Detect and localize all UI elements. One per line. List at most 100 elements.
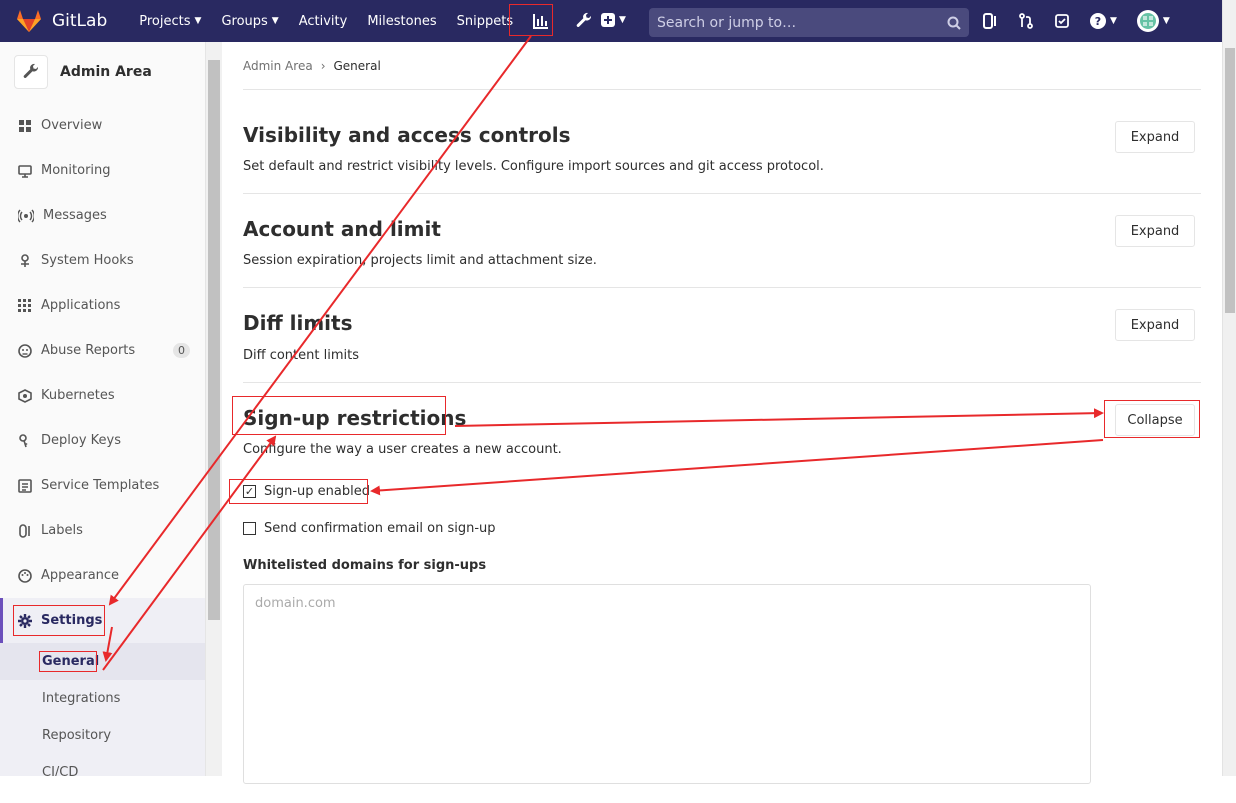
wrench-icon (23, 63, 39, 78)
nav-projects[interactable]: Projects ▼ (139, 14, 201, 29)
breadcrumb: Admin Area › General (243, 42, 1201, 90)
signup-enabled-label: Sign-up enabled (264, 484, 370, 499)
collapse-button[interactable]: Collapse (1115, 404, 1195, 436)
signup-enabled-checkbox[interactable]: ✓ (243, 485, 256, 498)
expand-button[interactable]: Expand (1115, 309, 1195, 341)
sidebar-subitem-integrations[interactable]: Integrations (0, 680, 205, 717)
active-indicator (0, 598, 3, 643)
subitem-label: Repository (42, 728, 112, 743)
kubernetes-icon (18, 388, 32, 403)
send-confirmation-checkbox[interactable] (243, 522, 256, 535)
sidebar-item-label: Abuse Reports (41, 343, 136, 358)
page-scrollbar-thumb[interactable] (1225, 48, 1235, 313)
sidebar-header[interactable]: Admin Area (0, 42, 205, 102)
brand-name: GitLab (52, 11, 108, 31)
sidebar-item-applications[interactable]: Applications (0, 283, 205, 328)
section-signup-restrictions: Sign-up restrictions Configure the way a… (243, 383, 1201, 803)
admin-wrench-icon[interactable] (575, 12, 593, 30)
expand-button[interactable]: Expand (1115, 121, 1195, 153)
section-description: Set default and restrict visibility leve… (243, 159, 824, 174)
section-title: Account and limit (243, 217, 441, 241)
overview-icon (19, 119, 31, 132)
sidebar-item-overview[interactable]: Overview (0, 103, 205, 148)
sidebar-subitem-cicd[interactable]: CI/CD (0, 754, 205, 776)
sidebar-subitem-general[interactable]: General (0, 643, 205, 680)
search-icon (947, 16, 961, 30)
merge-request-icon[interactable] (1018, 13, 1034, 29)
sidebar-item-appearance[interactable]: Appearance (0, 553, 205, 598)
nav-snippets[interactable]: Snippets (457, 14, 513, 29)
hook-icon (21, 253, 29, 267)
search-box[interactable] (649, 8, 969, 37)
section-title: Sign-up restrictions (243, 406, 467, 430)
gitlab-logo-icon (17, 10, 41, 32)
user-nav-icons: ? ▼ ▼ (982, 0, 1170, 42)
gitlab-home-link[interactable]: GitLab (16, 9, 107, 33)
new-item-plus-icon[interactable]: ▼ (601, 13, 626, 27)
chevron-down-icon: ▼ (619, 15, 626, 25)
breadcrumb-parent[interactable]: Admin Area (243, 59, 313, 73)
subitem-label: General (42, 654, 100, 669)
issues-icon[interactable] (982, 13, 998, 29)
monitor-icon (18, 164, 32, 178)
admin-sidebar: Admin Area Overview Monitoring Messages … (0, 42, 206, 776)
nav-milestones[interactable]: Milestones (367, 14, 436, 29)
sidebar-item-label: Deploy Keys (41, 433, 121, 448)
subitem-label: Integrations (42, 691, 121, 706)
sidebar-item-label: Messages (43, 208, 107, 223)
sidebar-item-service-templates[interactable]: Service Templates (0, 463, 205, 508)
top-navbar: GitLab Projects ▼ Groups ▼ Activity Milest… (0, 0, 1222, 42)
sidebar-scrollbar[interactable] (206, 42, 222, 776)
todo-check-icon[interactable] (1054, 13, 1070, 29)
admin-area-avatar (14, 55, 48, 89)
sidebar-item-label: Settings (41, 613, 103, 628)
sidebar-item-label: Applications (41, 298, 121, 313)
section-title: Visibility and access controls (243, 123, 571, 147)
sidebar-item-monitoring[interactable]: Monitoring (0, 148, 205, 193)
nav-activity[interactable]: Activity (299, 14, 348, 29)
sidebar-item-label: Service Templates (41, 478, 160, 493)
sidebar-item-label: Overview (41, 118, 103, 133)
sidebar-item-label: Appearance (41, 568, 120, 583)
sidebar-scrollbar-thumb[interactable] (208, 60, 220, 620)
send-confirmation-row[interactable]: Send confirmation email on sign-up (243, 521, 496, 536)
sidebar-item-messages[interactable]: Messages (0, 193, 205, 238)
sidebar-item-system-hooks[interactable]: System Hooks (0, 238, 205, 283)
section-visibility: Visibility and access controls Set defau… (243, 90, 1201, 194)
section-description: Diff content limits (243, 348, 359, 363)
signup-enabled-row[interactable]: ✓ Sign-up enabled (243, 484, 370, 499)
section-description: Configure the way a user creates a new a… (243, 442, 562, 457)
sidebar-item-deploy-keys[interactable]: Deploy Keys (0, 418, 205, 463)
sidebar-item-settings[interactable]: Settings (0, 598, 205, 643)
main-content: Admin Area › General Visibility and acce… (243, 42, 1201, 803)
sidebar-item-kubernetes[interactable]: Kubernetes (0, 373, 205, 418)
subitem-label: CI/CD (42, 765, 79, 776)
sidebar-title: Admin Area (60, 64, 152, 80)
gear-icon (18, 613, 32, 628)
nav-groups[interactable]: Groups ▼ (221, 14, 278, 29)
whitelist-placeholder: domain.com (255, 596, 336, 611)
abuse-count-badge: 0 (173, 343, 190, 358)
chevron-right-icon: › (320, 58, 326, 73)
page-scrollbar[interactable] (1222, 0, 1236, 776)
top-nav: Projects ▼ Groups ▼ Activity Milestones Sn… (139, 12, 593, 30)
sidebar-item-labels[interactable]: Labels (0, 508, 205, 553)
sidebar-subitem-repository[interactable]: Repository (0, 717, 205, 754)
template-icon (18, 478, 32, 493)
chart-icon[interactable] (533, 13, 549, 29)
sidebar-item-abuse-reports[interactable]: Abuse Reports 0 (0, 328, 205, 373)
expand-button[interactable]: Expand (1115, 215, 1195, 247)
sidebar-item-label: Monitoring (41, 163, 111, 178)
whitelist-textarea[interactable]: domain.com (243, 584, 1091, 784)
sidebar-item-label: Kubernetes (41, 388, 115, 403)
chevron-down-icon: ▼ (1162, 16, 1170, 26)
section-account-limit: Account and limit Session expiration, pr… (243, 194, 1201, 288)
section-description: Session expiration, projects limit and a… (243, 253, 597, 268)
help-icon[interactable]: ? ▼ (1090, 13, 1117, 29)
send-confirmation-label: Send confirmation email on sign-up (264, 521, 496, 536)
user-avatar-icon[interactable]: ▼ (1136, 10, 1170, 32)
search-input[interactable] (657, 14, 947, 31)
chevron-down-icon: ▼ (1110, 16, 1117, 26)
abuse-icon (18, 343, 32, 358)
sidebar-item-label: System Hooks (41, 253, 134, 268)
